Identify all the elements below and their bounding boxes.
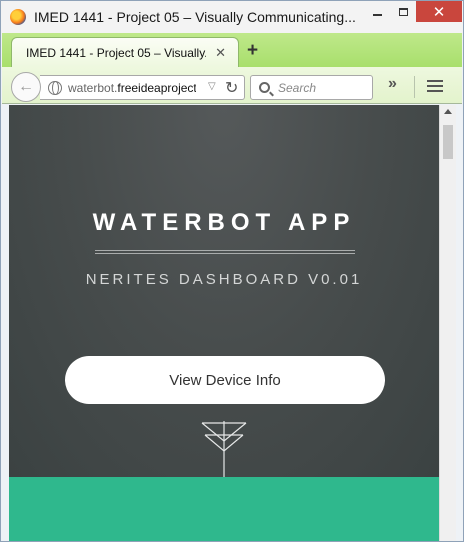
reload-icon[interactable]: ↻ — [225, 78, 238, 98]
address-bar[interactable]: waterbot.freeideaproject. ▽ ↻ — [40, 75, 245, 100]
globe-icon — [48, 80, 62, 95]
search-icon — [259, 82, 270, 93]
tab-close-icon[interactable]: ✕ — [215, 45, 226, 61]
close-icon: ✕ — [432, 3, 446, 21]
toolbar-overflow-icon[interactable]: » — [388, 75, 397, 93]
minimize-icon — [372, 13, 382, 16]
close-window-button[interactable]: ✕ — [416, 1, 462, 22]
browser-window: IMED 1441 - Project 05 – Visually Commun… — [0, 0, 464, 542]
maximize-button[interactable] — [390, 1, 416, 22]
page-viewport: WATERBOT APP NERITES DASHBOARD V0.01 Vie… — [9, 105, 439, 541]
url-text[interactable]: waterbot.freeideaproject. — [68, 81, 196, 95]
menu-line — [427, 85, 443, 87]
toolbar-divider — [414, 76, 415, 98]
back-arrow-icon: ← — [18, 78, 34, 95]
tab-active[interactable]: IMED 1441 - Project 05 – Visually... ✕ — [11, 37, 239, 67]
scrollbar-thumb[interactable] — [443, 125, 453, 159]
hero-section: WATERBOT APP NERITES DASHBOARD V0.01 Vie… — [9, 105, 439, 477]
url-history-dropdown-icon[interactable]: ▽ — [208, 81, 216, 92]
menu-line — [427, 90, 443, 92]
search-bar[interactable]: Search — [250, 75, 373, 100]
navigation-toolbar: waterbot.freeideaproject. ▽ ↻ ← Search » — [2, 67, 462, 104]
search-placeholder: Search — [278, 80, 317, 95]
down-chevron-arrow-icon[interactable] — [199, 421, 249, 477]
menu-line — [427, 80, 443, 82]
minimize-button[interactable] — [364, 1, 390, 22]
title-divider — [95, 250, 355, 254]
url-prefix: waterbot. — [68, 80, 118, 95]
green-section — [9, 477, 439, 541]
view-device-info-button[interactable]: View Device Info — [65, 356, 385, 404]
hamburger-menu-icon[interactable] — [427, 80, 443, 95]
tab-strip: IMED 1441 - Project 05 – Visually... ✕ + — [2, 33, 462, 67]
new-tab-button[interactable]: + — [247, 40, 258, 62]
window-title: IMED 1441 - Project 05 – Visually Commun… — [34, 9, 356, 25]
title-bar: IMED 1441 - Project 05 – Visually Commun… — [1, 1, 463, 33]
firefox-icon — [10, 9, 26, 25]
maximize-icon — [398, 7, 408, 16]
back-button[interactable]: ← — [11, 72, 41, 102]
scroll-up-arrow-icon[interactable] — [444, 109, 452, 114]
page-title: WATERBOT APP — [92, 209, 356, 236]
tab-label: IMED 1441 - Project 05 – Visually... — [26, 45, 206, 60]
url-domain: freeideaproject. — [117, 80, 196, 95]
vertical-scrollbar[interactable] — [439, 105, 456, 541]
page-subtitle: NERITES DASHBOARD V0.01 — [85, 271, 363, 288]
